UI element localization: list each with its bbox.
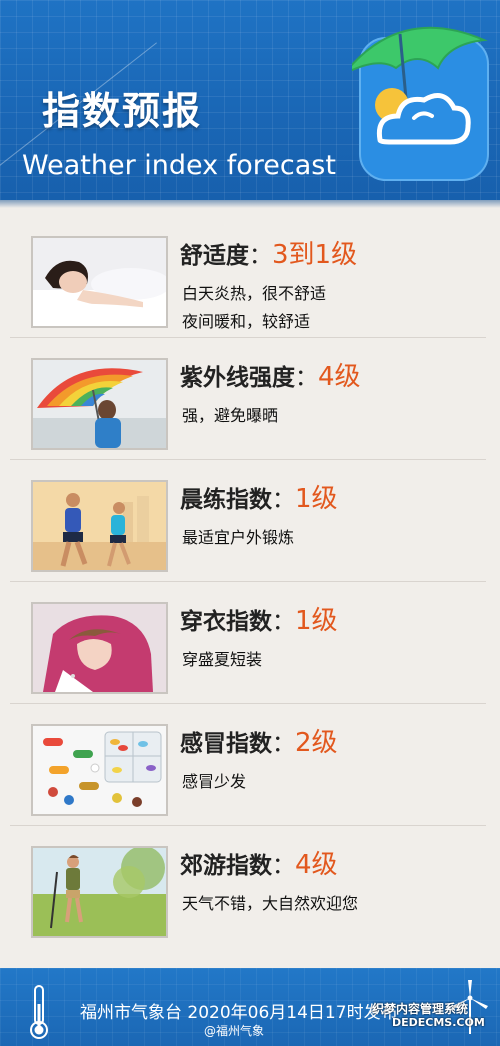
thermometer-icon (30, 985, 48, 1039)
index-name: 舒适度 (180, 243, 249, 269)
header-shadow (0, 200, 500, 208)
index-title: 晨练指数：1级 (180, 478, 338, 515)
index-colon: ： (272, 731, 295, 757)
index-colon: ： (272, 609, 295, 635)
umbrella-sun-cloud-icon (352, 26, 489, 181)
index-name: 郊游指数 (180, 853, 272, 879)
list-item: 穿衣指数：1级 穿盛夏短装 (10, 582, 486, 704)
index-title: 郊游指数：4级 (180, 844, 338, 881)
index-description: 感冒少发 (182, 772, 247, 791)
index-colon: ： (295, 365, 318, 391)
index-level: 3到1级 (272, 240, 358, 270)
watermark-text: 织梦内容管理系统 (372, 1002, 469, 1016)
page-title: 指数预报 (42, 89, 203, 133)
page-subtitle: Weather index forecast (22, 150, 336, 181)
hiker-photo (31, 846, 168, 938)
runners-photo (31, 480, 168, 572)
index-level: 4级 (295, 850, 338, 880)
index-description: 天气不错，大自然欢迎您 (182, 894, 359, 913)
index-name: 晨练指数 (180, 487, 272, 513)
publish-info: 福州市气象台 2020年06月14日17时发布 (80, 1003, 398, 1023)
index-description: 穿盛夏短装 (182, 650, 263, 669)
index-colon: ： (249, 243, 272, 269)
child-clothing-photo (31, 602, 168, 694)
sleeping-woman-photo (31, 236, 168, 328)
list-item: 舒适度：3到1级 白天炎热，很不舒适 夜间暖和，较舒适 (10, 216, 486, 338)
index-level: 4级 (318, 362, 361, 392)
index-title: 紫外线强度：4级 (180, 356, 361, 393)
header-banner: 指数预报 Weather index forecast (0, 0, 500, 200)
list-item: 感冒指数：2级 感冒少发 (10, 704, 486, 826)
index-colon: ： (272, 487, 295, 513)
weibo-handle: @福州气象 (204, 1024, 265, 1038)
index-title: 感冒指数：2级 (180, 722, 338, 759)
index-title: 舒适度：3到1级 (180, 234, 357, 271)
index-title: 穿衣指数：1级 (180, 600, 338, 637)
index-level: 1级 (295, 606, 338, 636)
list-item: 晨练指数：1级 最适宜户外锻炼 (10, 460, 486, 582)
index-level: 2级 (295, 728, 338, 758)
index-name: 紫外线强度 (180, 365, 295, 391)
index-description: 夜间暖和，较舒适 (182, 312, 311, 331)
index-description: 最适宜户外锻炼 (182, 528, 295, 547)
list-item: 紫外线强度：4级 强，避免曝晒 (10, 338, 486, 460)
rainbow-umbrella-photo (31, 358, 168, 450)
index-description: 白天炎热，很不舒适 (182, 284, 327, 303)
index-level: 1级 (295, 484, 338, 514)
index-name: 穿衣指数 (180, 609, 272, 635)
index-name: 感冒指数 (180, 731, 272, 757)
index-colon: ： (272, 853, 295, 879)
index-description: 强，避免曝晒 (182, 406, 279, 425)
medicine-pills-photo (31, 724, 168, 816)
list-item: 郊游指数：4级 天气不错，大自然欢迎您 (10, 826, 486, 947)
watermark-url: DEDECMS.COM (392, 1016, 485, 1029)
